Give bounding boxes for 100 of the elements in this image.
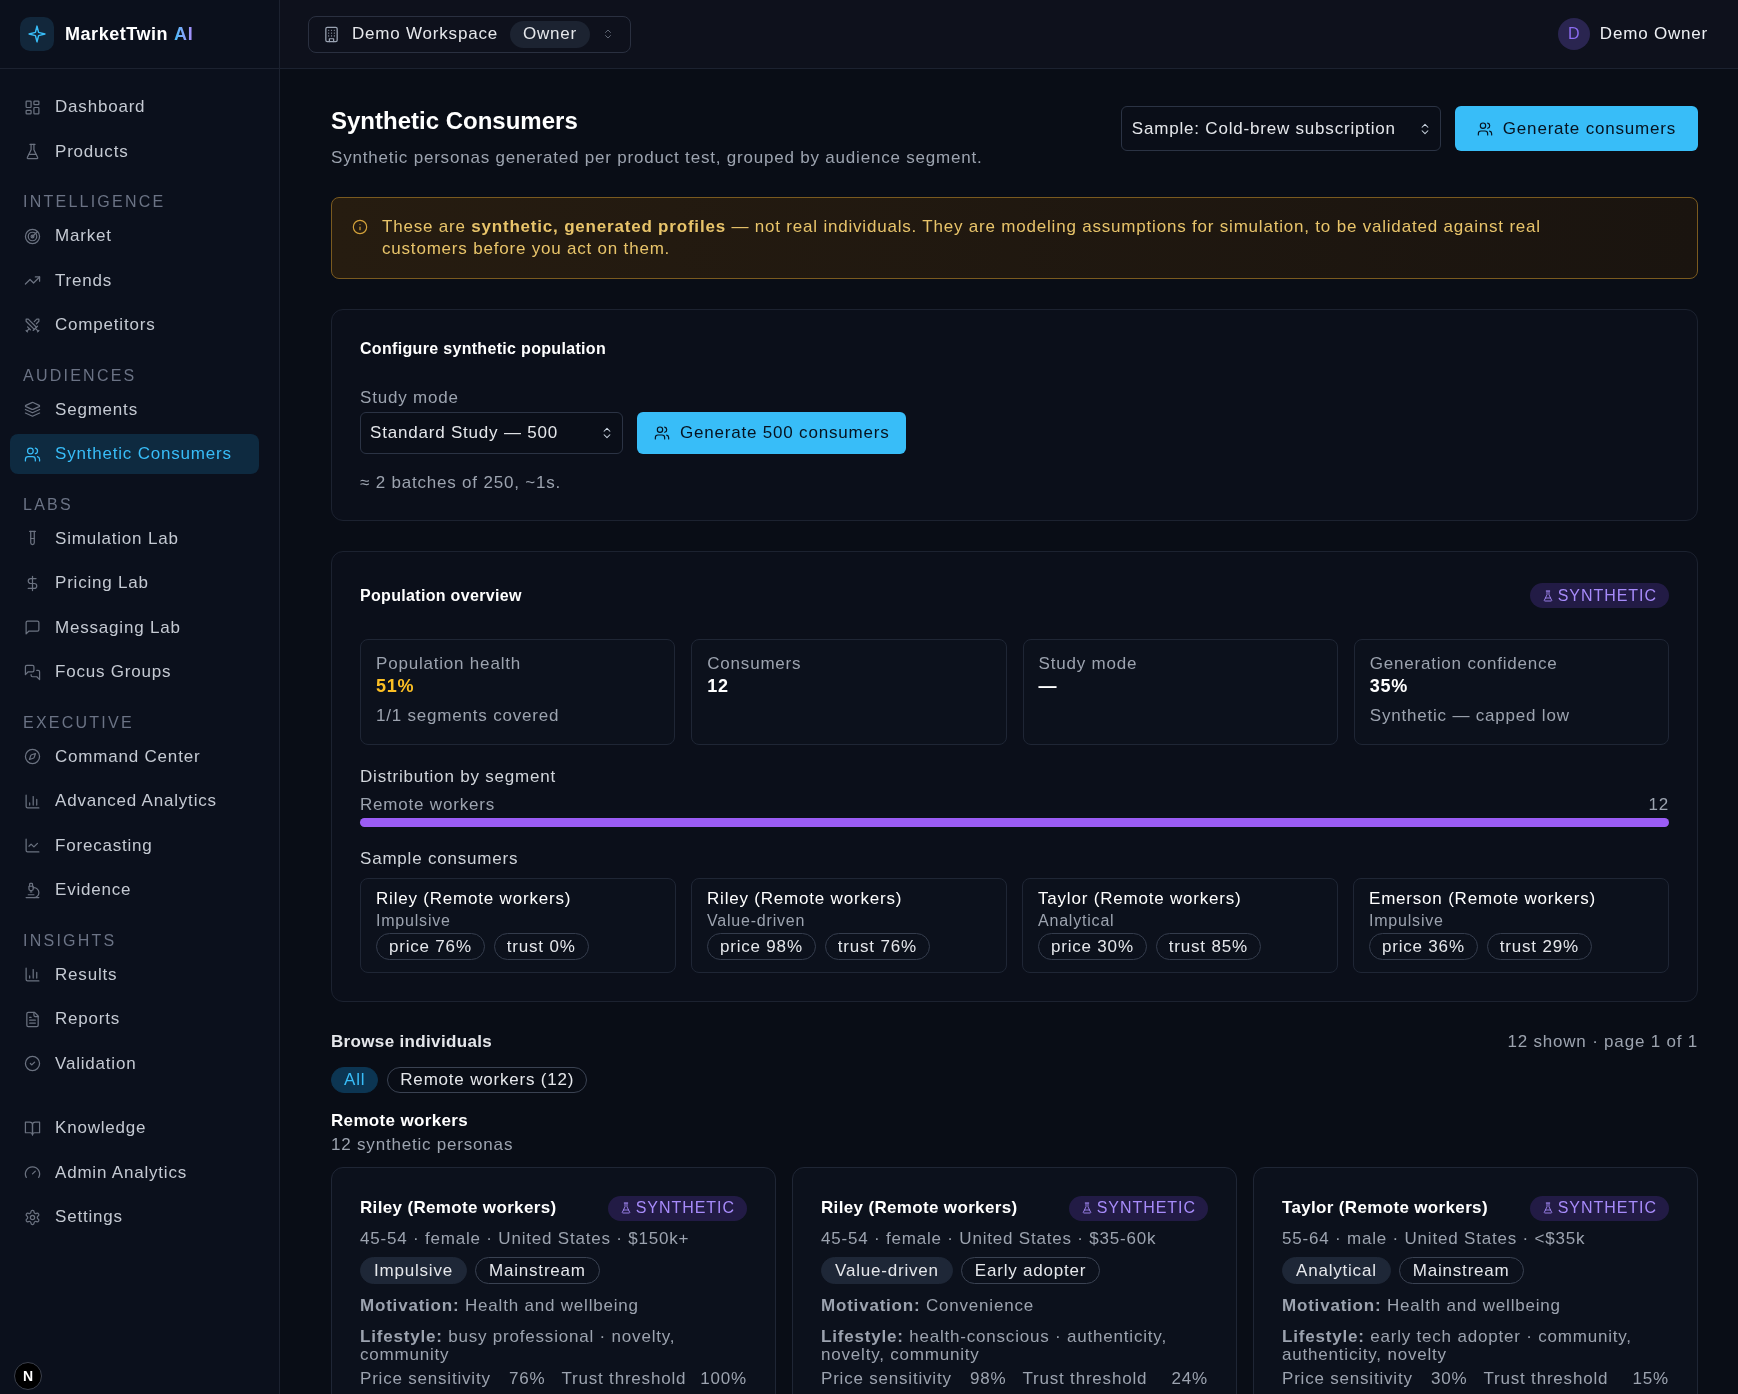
metric-label: Trust threshold <box>1483 1369 1609 1389</box>
nav-item[interactable]: Simulation Lab <box>10 518 259 559</box>
segment-name: Remote workers <box>360 794 495 816</box>
book-icon <box>24 1119 41 1137</box>
consumer-name: Riley (Remote workers) <box>376 889 572 909</box>
line-chart-icon <box>24 837 41 854</box>
motivation-text: Motivation: Health and wellbeing <box>360 1295 639 1317</box>
dev-tools-button[interactable]: N <box>14 1362 42 1390</box>
page-subtitle: Synthetic personas generated per product test, grouped by audience segment. <box>331 147 983 169</box>
result-summary: 12 shown · page 1 of 1 <box>1507 1031 1698 1053</box>
field-label: Study mode <box>360 387 459 409</box>
lifestyle-text: Lifestyle: busy professional · novelty, community <box>360 1328 677 1364</box>
nav-item[interactable]: Segments <box>10 389 259 430</box>
nav-item[interactable]: Products <box>10 131 259 172</box>
persona-demographics: 45-54 · female · United States · $150k+ <box>360 1228 690 1250</box>
bar-chart-icon <box>24 966 41 983</box>
persona-demographics: 55-64 · male · United States · <$35k <box>1282 1228 1586 1250</box>
user-avatar: D <box>1557 18 1590 50</box>
consumer-style: Value-driven <box>707 913 806 929</box>
card-title: Configure synthetic population <box>360 339 607 359</box>
sample-select[interactable]: Sample: Cold-brew subscription <box>1120 106 1441 151</box>
building-icon <box>323 25 340 43</box>
workspace-switcher[interactable]: Demo Workspace Owner <box>308 15 632 53</box>
study-mode-select[interactable]: Standard Study — 500 <box>360 412 623 454</box>
card-title: Population overview <box>360 585 522 606</box>
settings-icon <box>24 1208 41 1226</box>
motivation-text: Motivation: Health and wellbeing <box>1282 1295 1561 1317</box>
stat-label: Consumers <box>707 653 802 675</box>
nav-item[interactable]: Evidence <box>10 870 259 910</box>
section-title: Browse individuals <box>331 1031 493 1053</box>
hint-text: ≈ 2 batches of 250, ~1s. <box>360 472 561 494</box>
check-circle-icon <box>24 1055 41 1072</box>
role-badge: Owner <box>510 20 591 48</box>
segment-count: 12 <box>1648 794 1669 816</box>
lifestyle-text: Lifestyle: early tech adopter · community, authenticity, novelty <box>1282 1328 1633 1364</box>
info-icon <box>352 219 368 235</box>
nav-item[interactable]: Market <box>10 216 259 256</box>
bar-chart-icon <box>24 792 41 810</box>
nav-item[interactable]: Results <box>10 954 259 995</box>
nav-item[interactable]: Synthetic Consumers <box>10 434 259 474</box>
metric-label: Price sensitivity <box>1282 1369 1413 1389</box>
nav-item[interactable]: Validation <box>10 1043 259 1084</box>
flask-icon <box>619 1202 632 1214</box>
nav-item[interactable]: Forecasting <box>10 825 259 866</box>
filter-chip[interactable]: All <box>331 1067 379 1093</box>
stat-label: Population health <box>376 653 521 675</box>
nav-item[interactable]: Competitors <box>10 305 259 345</box>
metric-value: 98% <box>970 1369 1007 1389</box>
generate-consumers-button[interactable]: Generate consumers <box>1454 106 1698 151</box>
user-menu[interactable]: D Demo Owner <box>1557 18 1708 50</box>
synthetic-label: SYNTHETIC <box>1557 585 1657 606</box>
consumer-style: Impulsive <box>376 913 451 929</box>
crossed-swords-icon <box>24 316 41 334</box>
stat-value: — <box>1038 675 1058 697</box>
nav-item[interactable]: Knowledge <box>10 1108 259 1148</box>
metric-value: 76% <box>509 1369 546 1389</box>
trait-tag: Impulsive <box>360 1257 467 1284</box>
speech-bubble-icon <box>24 619 41 636</box>
brand-name: MarketTwin <box>65 22 169 46</box>
metric-label: Trust threshold <box>561 1369 687 1389</box>
metric-label: Trust threshold <box>1022 1369 1148 1389</box>
metric-label: Price sensitivity <box>821 1369 952 1389</box>
stat-note: Synthetic — capped low <box>1369 705 1570 727</box>
stat-label: Generation confidence <box>1369 653 1558 675</box>
nav-item[interactable]: Advanced Analytics <box>10 781 259 821</box>
persona-name: Riley (Remote workers) <box>821 1197 1018 1220</box>
nav-item[interactable]: Trends <box>10 260 259 301</box>
section-heading: INSIGHTS <box>23 930 117 951</box>
nav-item[interactable]: Admin Analytics <box>10 1152 259 1193</box>
nav-item[interactable]: Dashboard <box>10 87 259 127</box>
page-title: Synthetic Consumers <box>331 106 578 136</box>
trait-tag: Analytical <box>1282 1257 1391 1284</box>
nav-item[interactable]: Messaging Lab <box>10 607 259 648</box>
synthetic-label: SYNTHETIC <box>1096 1198 1196 1218</box>
compass-icon <box>24 748 41 765</box>
section-label: Sample consumers <box>360 848 519 870</box>
stat-note: 1/1 segments covered <box>376 705 560 727</box>
nav-item[interactable]: Pricing Lab <box>10 563 259 603</box>
grid-icon <box>24 98 41 116</box>
stat-value: 35% <box>1369 675 1409 697</box>
radar-icon <box>24 227 41 245</box>
flask-icon <box>24 143 41 160</box>
flask-icon <box>1080 1202 1093 1214</box>
users-icon <box>654 425 670 441</box>
group-title: Remote workers <box>331 1110 469 1132</box>
persona-demographics: 45-54 · female · United States · $35-60k <box>821 1228 1157 1250</box>
nav-item[interactable]: Focus Groups <box>10 652 259 692</box>
consumer-style: Impulsive <box>1369 913 1444 929</box>
nav-item[interactable]: Command Center <box>10 736 259 777</box>
microscope-icon <box>24 881 41 899</box>
document-icon <box>24 1010 41 1028</box>
stat-value: 51% <box>376 675 415 697</box>
stat-value: 12 <box>707 675 729 697</box>
nav-item[interactable]: Reports <box>10 999 259 1039</box>
chat-bubbles-icon <box>24 663 41 681</box>
metric-value: 30% <box>1431 1369 1468 1389</box>
generate-button[interactable]: Generate 500 consumers <box>637 412 907 454</box>
gauge-icon <box>24 1164 41 1181</box>
metric-value: 24% <box>1171 1369 1208 1389</box>
nav-item[interactable]: Settings <box>10 1197 259 1237</box>
